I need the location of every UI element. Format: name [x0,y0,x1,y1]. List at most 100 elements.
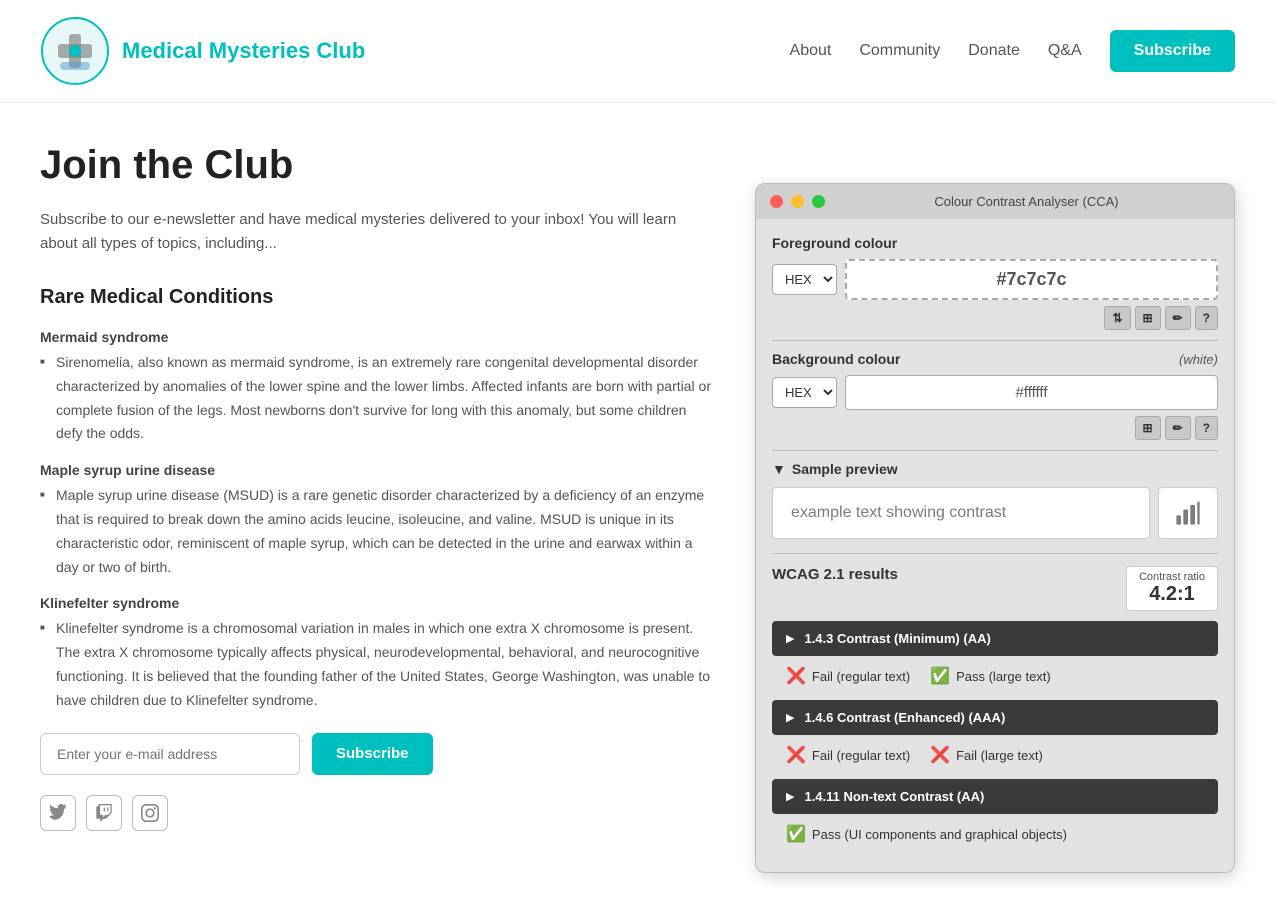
twitter-svg [49,804,67,822]
wcag-1411-label: 1.4.11 Non-text Contrast (AA) [804,789,984,804]
wcag-1411-results: ✅ Pass (UI components and graphical obje… [772,816,1218,856]
cca-sample-text-box: example text showing contrast [772,487,1150,539]
triangle-icon: ▼ [772,461,786,477]
condition-list-klinefelter: ■ Klinefelter syndrome is a chromosomal … [40,617,715,712]
fail-icon-143-regular: ❌ [786,666,806,686]
logo-image [40,16,110,86]
cca-background-value-input[interactable] [845,375,1218,410]
cca-sort-tool[interactable]: ⇅ [1104,306,1130,330]
cca-divider-2 [772,450,1218,451]
wcag-143-row[interactable]: ▶ 1.4.3 Contrast (Minimum) (AA) [772,621,1218,656]
wcag-146-results: ❌ Fail (regular text) ❌ Fail (large text… [772,737,1218,775]
wcag-1411-row[interactable]: ▶ 1.4.11 Non-text Contrast (AA) [772,779,1218,814]
wcag-146-label: 1.4.6 Contrast (Enhanced) (AAA) [804,710,1005,725]
condition-desc-klinefelter: Klinefelter syndrome is a chromosomal va… [56,620,710,707]
cca-foreground-section: Foreground colour HEX ⇅ ⊞ ✏ ? [772,235,1218,330]
email-input[interactable] [40,733,300,775]
cca-foreground-value-input[interactable] [845,259,1218,300]
contrast-ratio-box: Contrast ratio 4.2:1 [1126,566,1218,611]
wcag-146-large-label: Fail (large text) [956,748,1043,763]
cca-bg-settings-tool[interactable]: ⊞ [1135,416,1161,440]
twitch-icon[interactable] [86,795,122,831]
form-subscribe-button[interactable]: Subscribe [312,733,433,775]
cca-bg-help-tool[interactable]: ? [1195,416,1218,440]
twitter-icon[interactable] [40,795,76,831]
nav-donate[interactable]: Donate [968,42,1020,60]
cca-sample-preview-row: example text showing contrast [772,487,1218,539]
instagram-icon[interactable] [132,795,168,831]
traffic-light-red [770,195,783,208]
wcag-143-label: 1.4.3 Contrast (Minimum) (AA) [804,631,990,646]
cca-background-format-select[interactable]: HEX [772,377,837,408]
header-subscribe-button[interactable]: Subscribe [1110,30,1235,72]
main-nav: About Community Donate Q&A Subscribe [790,30,1235,72]
instagram-svg [141,804,159,822]
list-item: ■ Sirenomelia, also known as mermaid syn… [40,351,715,446]
contrast-ratio-label: Contrast ratio [1139,571,1205,583]
email-form: Subscribe [40,733,715,775]
condition-title-klinefelter: Klinefelter syndrome [40,595,715,611]
cca-bg-header: Background colour (white) [772,351,1218,367]
wcag-1411-nontext-label: Pass (UI components and graphical object… [812,827,1067,842]
play-icon-1411: ▶ [786,790,794,803]
cca-bg-white-label: (white) [1179,352,1218,367]
wcag-results-section: WCAG 2.1 results Contrast ratio 4.2:1 ▶ … [772,566,1218,856]
wcag-143-regular-label: Fail (regular text) [812,669,910,684]
condition-desc-maple: Maple syrup urine disease (MSUD) is a ra… [56,487,704,574]
nav-qa[interactable]: Q&A [1048,42,1082,60]
traffic-light-green [812,195,825,208]
cca-body: Foreground colour HEX ⇅ ⊞ ✏ ? [756,219,1234,872]
pass-icon-1411: ✅ [786,824,806,844]
condition-mermaid: Mermaid syndrome ■ Sirenomelia, also kno… [40,329,715,446]
wcag-146-regular-result: ❌ Fail (regular text) [786,745,910,765]
wcag-label: WCAG 2.1 results [772,566,898,583]
cca-eyedropper-tool[interactable]: ✏ [1165,306,1191,330]
cca-title: Colour Contrast Analyser (CCA) [833,194,1220,209]
cca-foreground-format-select[interactable]: HEX [772,264,837,295]
play-icon-143: ▶ [786,632,794,645]
condition-klinefelter: Klinefelter syndrome ■ Klinefelter syndr… [40,595,715,712]
cca-divider-3 [772,553,1218,554]
condition-maple: Maple syrup urine disease ■ Maple syrup … [40,462,715,579]
cca-foreground-tools: ⇅ ⊞ ✏ ? [772,306,1218,330]
cca-foreground-row: HEX [772,259,1218,300]
wcag-143-regular-result: ❌ Fail (regular text) [786,666,910,686]
list-item: ■ Klinefelter syndrome is a chromosomal … [40,617,715,712]
cca-sample-label-text: Sample preview [792,461,898,477]
wcag-146-regular-label: Fail (regular text) [812,748,910,763]
contrast-ratio-value: 4.2:1 [1139,583,1205,606]
nav-about[interactable]: About [790,42,832,60]
cca-background-row: HEX [772,375,1218,410]
cca-foreground-label: Foreground colour [772,235,1218,251]
condition-desc-mermaid: Sirenomelia, also known as mermaid syndr… [56,354,711,441]
wcag-143-large-result: ✅ Pass (large text) [930,666,1051,686]
condition-list-mermaid: ■ Sirenomelia, also known as mermaid syn… [40,351,715,446]
condition-list-maple: ■ Maple syrup urine disease (MSUD) is a … [40,484,715,579]
condition-title-mermaid: Mermaid syndrome [40,329,715,345]
main-layout: Join the Club Subscribe to our e-newslet… [0,103,1275,893]
cca-bg-eyedropper-tool[interactable]: ✏ [1165,416,1191,440]
wcag-1411-nontext-result: ✅ Pass (UI components and graphical obje… [786,824,1067,844]
play-icon-146: ▶ [786,711,794,724]
social-icons [40,795,715,831]
wcag-146-large-result: ❌ Fail (large text) [930,745,1043,765]
intro-text: Subscribe to our e-newsletter and have m… [40,208,715,256]
wcag-header-row: WCAG 2.1 results Contrast ratio 4.2:1 [772,566,1218,611]
wcag-146-row[interactable]: ▶ 1.4.6 Contrast (Enhanced) (AAA) [772,700,1218,735]
wcag-143-large-label: Pass (large text) [956,669,1051,684]
wcag-143-results: ❌ Fail (regular text) ✅ Pass (large text… [772,658,1218,696]
cca-help-tool[interactable]: ? [1195,306,1218,330]
cca-sample-text: example text showing contrast [791,504,1006,521]
twitch-svg [95,804,113,822]
traffic-light-yellow [791,195,804,208]
logo-area: Medical Mysteries Club [40,16,365,86]
cca-settings-tool[interactable]: ⊞ [1135,306,1161,330]
fail-icon-146-regular: ❌ [786,745,806,765]
chart-icon [1174,499,1202,527]
cca-sample-label: ▼ Sample preview [772,461,1218,477]
cca-background-tools: ⊞ ✏ ? [772,416,1218,440]
cca-titlebar: Colour Contrast Analyser (CCA) [756,184,1234,219]
nav-community[interactable]: Community [859,42,940,60]
list-item: ■ Maple syrup urine disease (MSUD) is a … [40,484,715,579]
cca-divider-1 [772,340,1218,341]
